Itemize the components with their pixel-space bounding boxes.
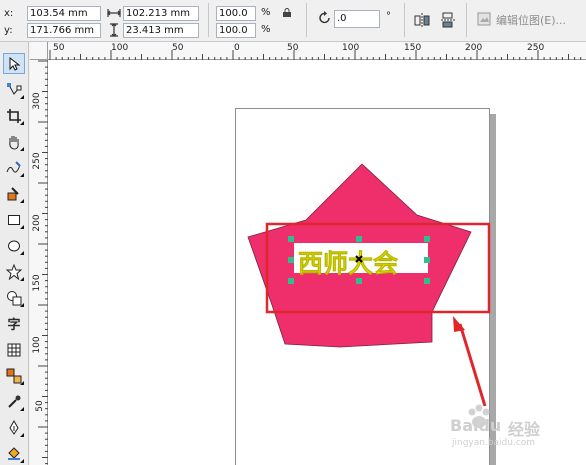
- percent-y-label: %: [261, 24, 271, 35]
- rotation-field[interactable]: .0: [334, 10, 380, 28]
- percent-x-label: %: [261, 7, 271, 18]
- y-position-field[interactable]: 171.766 mm: [27, 23, 101, 38]
- handle-bottom-right[interactable]: [424, 278, 430, 284]
- scale-y-field[interactable]: 100.0: [216, 23, 256, 38]
- separator: [306, 3, 307, 37]
- pick-tool[interactable]: [3, 53, 25, 74]
- handle-top[interactable]: [356, 236, 362, 242]
- handle-top-right[interactable]: [424, 236, 430, 242]
- ruler-label: 0: [234, 43, 240, 53]
- pan-tool[interactable]: [3, 131, 25, 152]
- ruler-label: 50: [53, 43, 65, 53]
- polygon-tool[interactable]: [3, 261, 25, 282]
- handle-left[interactable]: [288, 257, 294, 263]
- ruler-label: 50: [35, 400, 45, 412]
- edit-bitmap-icon: [477, 12, 491, 29]
- ruler-label: 150: [404, 43, 422, 53]
- drawing-canvas[interactable]: 西师大会 Baidu 经验 jingyan.baidu.com: [48, 60, 586, 465]
- height-field[interactable]: 23.413 mm: [123, 23, 199, 38]
- annotation-arrow: [458, 323, 487, 407]
- handle-bottom[interactable]: [356, 278, 362, 284]
- smart-fill-tool[interactable]: [3, 183, 25, 204]
- outline-tool[interactable]: [3, 417, 25, 438]
- ruler-label: 150: [32, 274, 42, 292]
- width-field[interactable]: 102.213 mm: [123, 6, 199, 21]
- ruler-label: 100: [32, 336, 42, 354]
- separator: [404, 3, 405, 37]
- basic-shapes-tool[interactable]: [3, 287, 25, 308]
- ruler-label: 50: [172, 43, 184, 53]
- handle-right[interactable]: [424, 257, 430, 263]
- watermark-sub: 经验: [508, 420, 541, 439]
- ruler-ticks: [49, 50, 582, 60]
- table-tool[interactable]: [3, 339, 25, 360]
- degree-label: °: [386, 11, 391, 22]
- x-position-field[interactable]: 103.54 mm: [27, 6, 101, 21]
- rectangle-tool[interactable]: [3, 209, 25, 230]
- edit-bitmap-button[interactable]: 编辑位图(E)...: [496, 12, 566, 28]
- ellipse-tool[interactable]: [3, 235, 25, 256]
- annotation-arrow-head: [453, 316, 465, 332]
- ruler-label: 50: [287, 43, 299, 53]
- freehand-tool[interactable]: [3, 157, 25, 178]
- ruler-label: 200: [32, 214, 42, 232]
- text-tool-glyph: 字: [7, 318, 21, 333]
- fill-tool[interactable]: [3, 443, 25, 464]
- vertical-ruler[interactable]: 300 250 200 150 100 50: [30, 60, 48, 465]
- width-icon: [107, 7, 121, 22]
- crop-tool[interactable]: [3, 105, 25, 126]
- text-tool[interactable]: 字: [3, 313, 25, 334]
- shape-tool[interactable]: [3, 79, 25, 100]
- pointer-icon: [9, 56, 20, 71]
- ruler-label: 100: [111, 43, 129, 53]
- mirror-horizontal-icon[interactable]: [414, 12, 430, 31]
- baidu-watermark: Baidu 经验 jingyan.baidu.com: [440, 402, 580, 458]
- ellipse-icon: [8, 240, 20, 251]
- selected-text-object[interactable]: 西师大会: [298, 249, 399, 279]
- toolbox: 字: [0, 42, 29, 465]
- handle-bottom-left[interactable]: [288, 278, 294, 284]
- watermark-url: jingyan.baidu.com: [452, 438, 536, 448]
- separator: [466, 3, 467, 37]
- scale-x-field[interactable]: 100.0: [216, 6, 256, 21]
- ruler-label: 250: [527, 43, 545, 53]
- x-label: x:: [4, 8, 14, 19]
- horizontal-ruler[interactable]: 50 100 50 0 50 100 150 200 250: [48, 42, 586, 60]
- interactive-tool[interactable]: [3, 365, 25, 386]
- ruler-label: 300: [32, 92, 42, 110]
- separator: [208, 3, 209, 37]
- handle-top-left[interactable]: [288, 236, 294, 242]
- ruler-label: 250: [32, 152, 42, 170]
- watermark-brand: Baidu: [450, 416, 502, 435]
- height-icon: [108, 23, 120, 40]
- y-label: y:: [4, 25, 13, 36]
- eyedropper-tool[interactable]: [3, 391, 25, 412]
- rotate-icon: [318, 11, 332, 28]
- rectangle-icon: [8, 214, 20, 225]
- table-icon: [7, 343, 21, 356]
- ruler-label: 100: [342, 43, 360, 53]
- property-bar: x: 103.54 mm y: 171.766 mm 102.213 mm 23…: [0, 0, 586, 42]
- lock-ratio-icon[interactable]: [282, 8, 292, 21]
- ruler-origin[interactable]: [30, 42, 48, 60]
- ruler-label: 200: [465, 43, 483, 53]
- mirror-vertical-icon[interactable]: [440, 12, 456, 31]
